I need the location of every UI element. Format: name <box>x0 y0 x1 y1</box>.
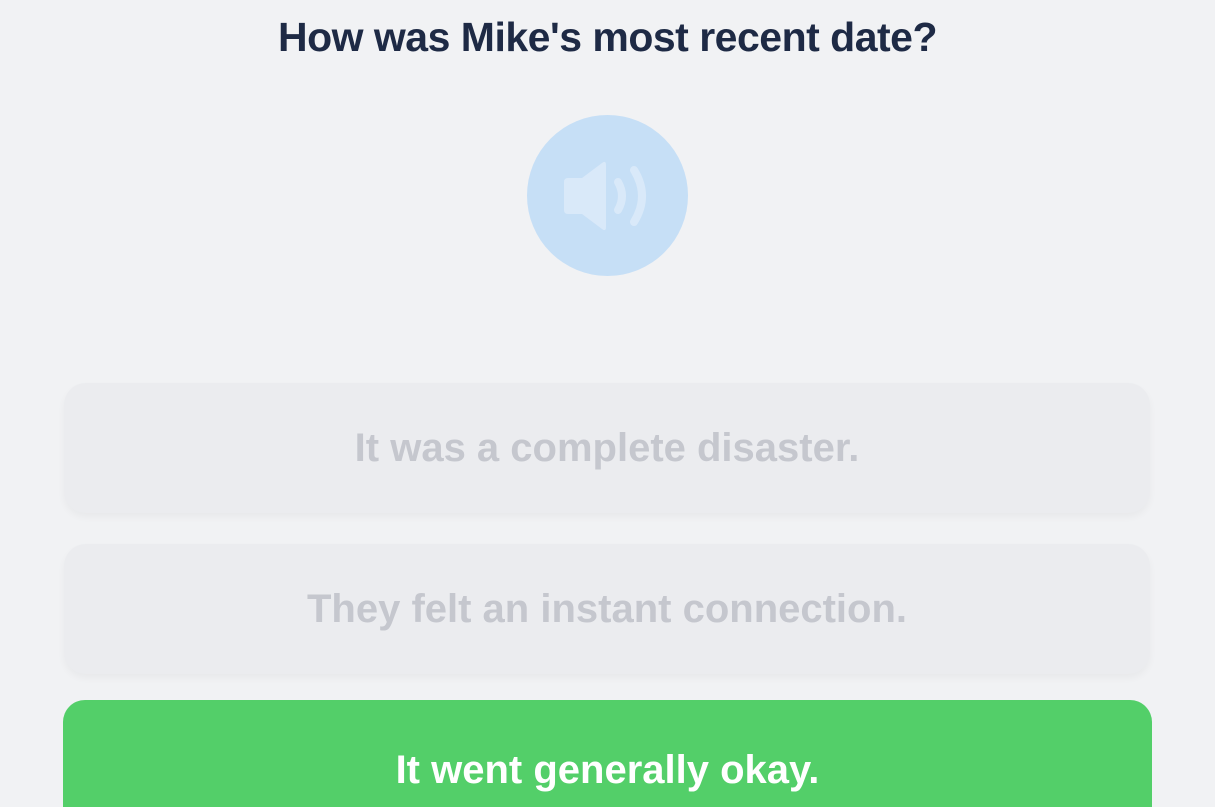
speaker-icon <box>563 161 646 230</box>
answer-option-label: They felt an instant connection. <box>306 586 908 631</box>
answer-option-1[interactable]: It was a complete disaster. <box>64 383 1150 513</box>
answer-option-label: It was a complete disaster. <box>354 425 860 470</box>
answer-option-2[interactable]: They felt an instant connection. <box>64 544 1150 674</box>
quiz-screen: How was Mike's most recent date? It was … <box>0 0 1215 807</box>
question-title: How was Mike's most recent date? <box>277 14 938 60</box>
answer-option-label: It went generally okay. <box>395 747 820 792</box>
answer-option-3[interactable]: It went generally okay. <box>63 700 1152 807</box>
play-audio-button[interactable] <box>527 115 688 276</box>
